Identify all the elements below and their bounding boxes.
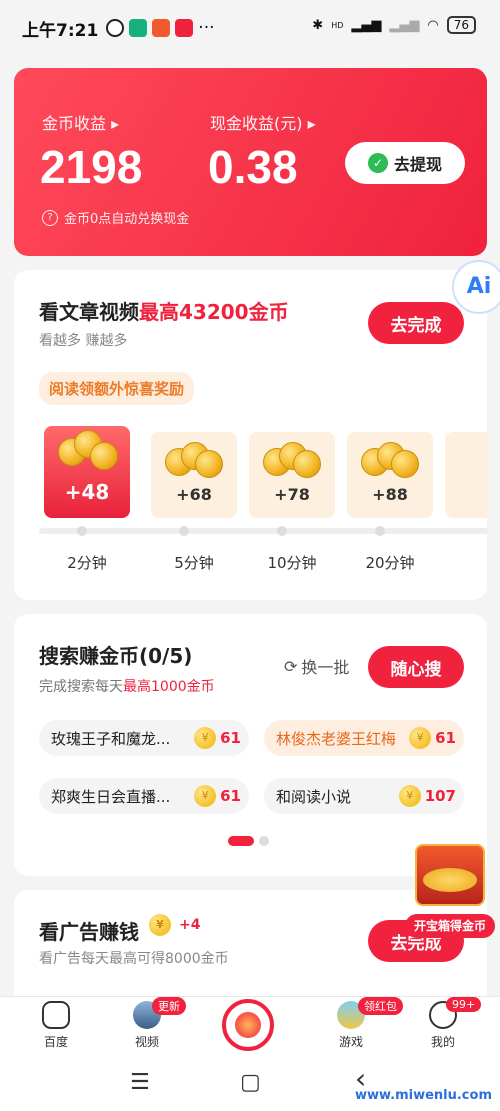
bottom-nav: 百度 视频 更新 游戏 领红包 我的 99+ [0, 996, 500, 1054]
search-suggestion-chip[interactable]: 玫瑰王子和魔龙... ¥ 61 [39, 720, 249, 756]
red-packet-badge: 领红包 [358, 997, 403, 1015]
nav-item-games[interactable]: 游戏 领红包 [316, 997, 403, 1050]
earnings-card: 金币收益 ▸ 2198 现金收益(元) ▸ 0.38 ✓ 去提现 ? 金币0点自… [14, 68, 487, 256]
search-suggestion-chip[interactable]: 郑爽生日会直播... ¥ 61 [39, 778, 249, 814]
reward-tile-partial[interactable] [445, 432, 487, 518]
reading-progress-track [39, 526, 489, 536]
signal-icon-2: ▂▄▆ [389, 17, 420, 33]
cash-earnings-label[interactable]: 现金收益(元) ▸ [210, 110, 316, 134]
notification-count-badge: 99+ [446, 997, 482, 1012]
reward-tile[interactable]: +78 [249, 432, 335, 518]
menu-icon[interactable]: ☰ [130, 1070, 150, 1095]
reward-tile[interactable]: +88 [347, 432, 433, 518]
article-card-subtitle: 看越多 赚越多 [39, 333, 128, 349]
page-indicator [228, 836, 269, 846]
app-notification-icon [175, 19, 194, 37]
nav-item-video[interactable]: 视频 更新 [112, 997, 186, 1050]
coin-stack-icon [263, 442, 321, 478]
coin-stack-icon [361, 442, 419, 478]
coin-icon: ¥ [194, 785, 217, 807]
watermark: www.miwenlu.com [354, 1088, 492, 1103]
time-label: 10分钟 [267, 554, 317, 572]
time-label: 5分钟 [174, 554, 214, 572]
signal-icon: ▂▄▆ [351, 17, 382, 33]
more-notifications-icon: ··· [198, 18, 215, 38]
ai-assistant-button[interactable]: Ai [454, 262, 500, 312]
time-label: 20分钟 [365, 554, 415, 572]
bluetooth-icon: ✱ [312, 17, 324, 33]
coin-icon: ¥ [149, 914, 171, 936]
nav-item-mine[interactable]: 我的 99+ [408, 997, 482, 1050]
article-video-card: 看文章视频最高43200金币 看越多 赚越多 去完成 阅读领额外惊喜奖励 +48… [14, 270, 489, 600]
nav-item-baidu[interactable]: 百度 [21, 1001, 91, 1050]
promo-tag: 阅读领额外惊喜奖励 [39, 372, 195, 405]
center-reward-button[interactable] [222, 999, 274, 1051]
wechat-icon: ✓ [367, 153, 388, 173]
ad-card-title: 看广告赚钱 [39, 920, 139, 944]
random-search-button[interactable]: 随心搜 [368, 646, 464, 688]
search-suggestion-chip[interactable]: 和阅读小说 ¥ 107 [264, 778, 464, 814]
alarm-icon [106, 19, 125, 37]
search-earn-card: 搜索赚金币(0/5) 完成搜索每天最高1000金币 ⟳ 换一批 随心搜 玫瑰王子… [14, 614, 487, 876]
page-dot-active [228, 836, 254, 846]
hd-icon: HD [331, 20, 344, 30]
baidu-home-icon [42, 1001, 70, 1029]
reward-amount: +78 [274, 485, 310, 504]
coin-earnings-value: 2198 [40, 141, 143, 193]
ad-card-subtitle: 看广告每天最高可得8000金币 [39, 951, 229, 967]
refresh-icon: ⟳ [284, 656, 298, 676]
page-dot [259, 836, 269, 846]
coin-icon: ¥ [194, 727, 217, 749]
search-suggestion-chip[interactable]: 林俊杰老婆王红梅 ¥ 61 [264, 720, 464, 756]
time-label: 2分钟 [67, 554, 107, 572]
reward-tile[interactable]: +48 [44, 426, 130, 518]
treasure-chest-icon [415, 844, 485, 906]
shuffle-button[interactable]: ⟳ 换一批 [284, 654, 349, 678]
system-nav-bar: ☰ ▢ ‹ www.miwenlu.com [0, 1054, 500, 1111]
reward-tile[interactable]: +68 [151, 432, 237, 518]
coin-stack-icon [58, 430, 118, 470]
status-time: 上午7:21 [22, 20, 99, 41]
treasure-chest-button[interactable]: 开宝箱得金币 [405, 838, 495, 938]
coin-earnings-label[interactable]: 金币收益 ▸ [42, 110, 119, 134]
cash-earnings-value: 0.38 [208, 141, 298, 193]
coin-icon: ¥ [398, 785, 421, 807]
battery-icon: 76 [446, 16, 476, 34]
auto-exchange-note: ? 金币0点自动兑换现金 [42, 208, 189, 227]
app-notification-icon [129, 19, 148, 37]
treasure-chest-label: 开宝箱得金币 [405, 914, 495, 938]
app-notification-icon [152, 19, 171, 37]
search-card-subtitle: 完成搜索每天最高1000金币 [39, 679, 215, 695]
reward-amount: +68 [176, 485, 212, 504]
ad-bonus: ¥ +4 [149, 914, 200, 936]
article-card-title: 看文章视频最高43200金币 [39, 300, 289, 324]
coin-icon: ¥ [409, 727, 432, 749]
wifi-icon: ◠ [427, 17, 439, 33]
home-icon[interactable]: ▢ [240, 1070, 261, 1095]
coin-stack-icon [165, 442, 223, 478]
update-badge: 更新 [152, 997, 186, 1015]
question-icon[interactable]: ? [42, 209, 58, 226]
search-card-title: 搜索赚金币(0/5) [39, 644, 193, 668]
article-complete-button[interactable]: 去完成 [368, 302, 464, 344]
status-bar: 上午7:21 ··· ✱ HD ▂▄▆ ▂▄▆ ◠ 76 [0, 0, 500, 56]
withdraw-button[interactable]: ✓ 去提现 [345, 142, 465, 184]
reward-amount: +88 [372, 485, 408, 504]
reward-amount: +48 [64, 480, 110, 504]
